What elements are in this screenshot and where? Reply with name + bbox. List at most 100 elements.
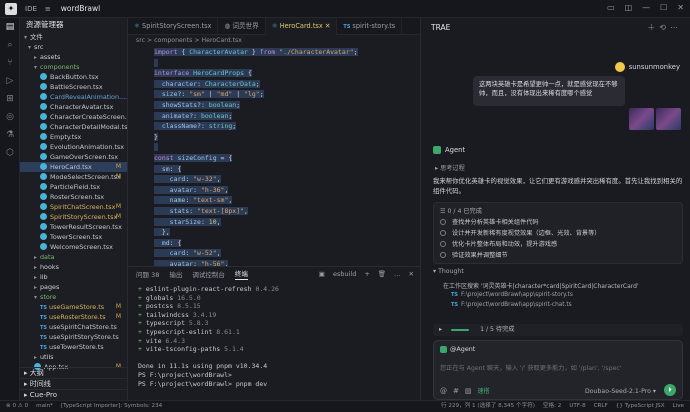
extensions-icon[interactable]: ⊞: [0, 90, 20, 108]
status-item[interactable]: CRLF: [594, 401, 608, 412]
tab-debug-console[interactable]: 调试控制台: [192, 269, 225, 279]
editor-tab[interactable]: ⚛ HeroCard.tsx ✕: [265, 18, 338, 35]
file-item[interactable]: BattleScreen.tsx: [20, 82, 127, 92]
explorer-section[interactable]: ▸ 时间线: [20, 378, 127, 389]
explorer-section[interactable]: ▸ Cue-Pro: [20, 389, 127, 400]
file-item[interactable]: BackButton.tsx: [20, 72, 127, 82]
file-item[interactable]: CardRevealAnimation....: [20, 92, 127, 102]
file-label: CharacterDetailModal.tsx: [50, 123, 128, 131]
folder-item[interactable]: ▸ hooks: [20, 262, 127, 272]
status-item[interactable]: [TypeScript Importer]: Symbols: 234: [61, 401, 162, 412]
quick-build-button[interactable]: 速搭: [478, 386, 490, 395]
more-icon[interactable]: …: [394, 270, 401, 278]
file-item[interactable]: CharacterCreateScreen.tsx: [20, 112, 127, 122]
think-toggle[interactable]: ▸ 思考过程: [435, 163, 465, 172]
file-item[interactable]: TS useSpiritStoryStore.ts: [20, 332, 127, 342]
git-badge: M: [115, 203, 121, 210]
file-item[interactable]: WelcomeScreen.tsx: [20, 242, 127, 252]
mention-icon[interactable]: @: [440, 387, 447, 395]
folder-item[interactable]: ▸ utils: [20, 352, 127, 362]
status-item[interactable]: ⊗ 0 ⚠ 0: [6, 401, 28, 412]
folder-item[interactable]: ▸ lib: [20, 272, 127, 282]
debug-icon[interactable]: ▷: [0, 72, 20, 90]
model-selector[interactable]: Doubao-Seed-2.1-Pro ▾: [585, 388, 656, 395]
folder-item[interactable]: ▾ src: [20, 42, 127, 52]
hash-icon[interactable]: #: [453, 387, 459, 395]
testing-icon[interactable]: ⚗: [0, 126, 20, 144]
todo-header[interactable]: ☰ 0 / 4 已完成: [440, 206, 676, 217]
file-item[interactable]: TS useRosterStore.ts M: [20, 312, 127, 322]
attached-image[interactable]: [629, 108, 654, 130]
file-item[interactable]: HeroCard.tsx M: [20, 162, 127, 172]
code-area[interactable]: import { CharacterAvatar } from "./Chara…: [128, 47, 420, 280]
explorer-section[interactable]: ▸ 大纲: [20, 367, 127, 378]
remote-icon[interactable]: ◎: [0, 108, 20, 126]
status-item[interactable]: UTF-8: [569, 401, 585, 412]
chat-input[interactable]: @Agent 您正在与 Agent 聊天，输入 '/' 获取更多能力，如 '/p…: [433, 340, 683, 400]
status-item[interactable]: main*: [36, 401, 53, 412]
new-chat-icon[interactable]: ＋: [647, 23, 659, 32]
ide-label[interactable]: IDE: [25, 5, 37, 13]
file-item[interactable]: CharacterDetailModal.tsx: [20, 122, 127, 132]
tab-terminal[interactable]: 终端: [234, 268, 248, 280]
split-icon[interactable]: ◫: [625, 3, 633, 12]
folder-item[interactable]: ▸ assets: [20, 52, 127, 62]
source-control-icon[interactable]: ⑂: [0, 54, 20, 72]
file-item[interactable]: SpiritStoryScreen.tsx M: [20, 212, 127, 222]
status-item[interactable]: {} TypeScript JSX: [616, 401, 665, 412]
project-name[interactable]: wordBrawl: [61, 4, 100, 13]
status-item[interactable]: 空格: 2: [543, 401, 561, 412]
files-icon[interactable]: ▤: [0, 18, 20, 36]
tab-problems[interactable]: 问题 38: [136, 269, 159, 279]
file-item[interactable]: TS useSpiritChatStore.ts: [20, 322, 127, 332]
editor-tab[interactable]: ◍ 词灵世界: [218, 18, 266, 35]
root-folder[interactable]: ▾ 文件: [20, 32, 127, 42]
docker-icon[interactable]: ⬡: [0, 144, 20, 162]
folder-item[interactable]: ▸ data: [20, 252, 127, 262]
close-tab-icon[interactable]: ✕: [325, 22, 331, 30]
file-item[interactable]: Empty.tsx: [20, 132, 127, 142]
file-item[interactable]: TS useGameStore.ts M: [20, 302, 127, 312]
tab-output[interactable]: 输出: [169, 269, 182, 279]
minimize-icon[interactable]: —: [642, 3, 650, 12]
file-item[interactable]: TowerScreen.tsx: [20, 232, 127, 242]
image-icon[interactable]: ▨: [465, 387, 472, 395]
file-item[interactable]: EvolutionAnimation.tsx: [20, 142, 127, 152]
status-item[interactable]: 行 229，列 1 (选择了 8,345 个字符): [441, 401, 535, 412]
layout-icon[interactable]: ▭: [607, 3, 615, 12]
close-panel-icon[interactable]: ✕: [409, 270, 414, 278]
result-file[interactable]: TS F:\project\wordBrawl\app\spirit-chat.t…: [451, 302, 572, 308]
terminal-session[interactable]: esbuild: [333, 270, 356, 278]
menu-icon[interactable]: ≡: [45, 5, 51, 13]
file-item[interactable]: RosterScreen.tsx: [20, 192, 127, 202]
terminal-output[interactable]: + eslint-plugin-react-refresh 0.4.26 + gl…: [128, 281, 420, 392]
close-icon[interactable]: ✕: [677, 3, 684, 12]
file-item[interactable]: CharacterAvatar.tsx: [20, 102, 127, 112]
maximize-icon[interactable]: ☐: [660, 3, 667, 12]
attached-images[interactable]: [629, 108, 681, 130]
thought-toggle[interactable]: ▾ Thought: [433, 268, 464, 275]
attached-image[interactable]: [656, 108, 681, 130]
file-item[interactable]: ParticleField.tsx: [20, 182, 127, 192]
file-item[interactable]: TS useTowerStore.ts: [20, 342, 127, 352]
add-terminal-icon[interactable]: +: [364, 270, 369, 278]
breadcrumb[interactable]: src > components > HeroCard.tsx: [128, 35, 420, 47]
search-icon[interactable]: ⌕: [0, 36, 20, 54]
editor-tab[interactable]: TS spirit-story.ts: [337, 18, 403, 35]
file-item[interactable]: TowerResultScreen.tsx: [20, 222, 127, 232]
agent-mention[interactable]: @Agent: [440, 345, 475, 353]
status-item[interactable]: Live: [673, 401, 684, 412]
file-item[interactable]: SpiritChatScreen.tsx M: [20, 202, 127, 212]
result-file[interactable]: TS F:\project\wordBrawl\app\spirit-story.…: [451, 292, 573, 298]
send-button[interactable]: ⏵: [664, 384, 676, 396]
folder-item[interactable]: ▾ store: [20, 292, 127, 302]
history-icon[interactable]: ⟲: [659, 23, 670, 32]
file-item[interactable]: GameOverScreen.tsx: [20, 152, 127, 162]
folder-item[interactable]: ▸ pages: [20, 282, 127, 292]
folder-item[interactable]: ▾ components: [20, 62, 127, 72]
file-item[interactable]: ModeSelectScreen.tsx M: [20, 172, 127, 182]
trash-icon[interactable]: 🗑: [378, 270, 386, 278]
editor-tab[interactable]: ⚛ SpiritStoryScreen.tsx: [128, 18, 219, 35]
chat-more-icon[interactable]: ⋯: [670, 23, 682, 32]
progress-row[interactable]: ▸ 1 / 5 待完成: [433, 324, 683, 336]
